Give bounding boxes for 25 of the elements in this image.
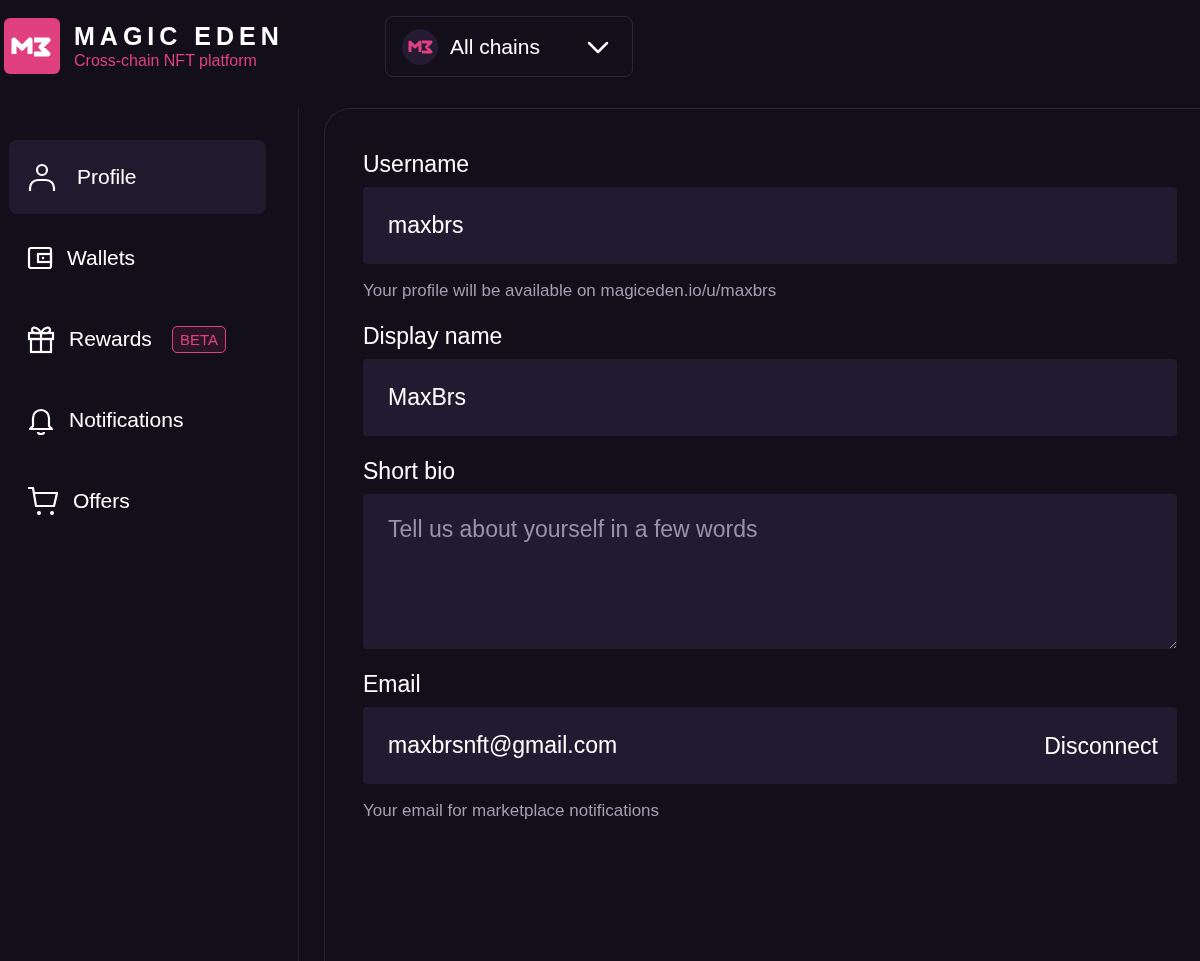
sidebar-item[interactable]: Rewards BETA bbox=[9, 302, 266, 376]
brand-name: MAGIC EDEN bbox=[74, 21, 284, 51]
sidebar-item[interactable]: Wallets bbox=[9, 221, 266, 295]
sidebar-item[interactable]: Offers bbox=[9, 464, 266, 538]
logo-icon bbox=[4, 18, 60, 74]
disconnect-button[interactable]: Disconnect bbox=[1044, 732, 1158, 759]
chain-selector[interactable]: All chains bbox=[385, 16, 633, 77]
bio-field[interactable]: Tell us about yourself in a few words bbox=[363, 494, 1177, 649]
wallet-icon bbox=[27, 245, 53, 271]
field-label: Short bio bbox=[363, 457, 457, 486]
logo-icon bbox=[402, 28, 438, 65]
sidebar-item[interactable]: Profile bbox=[9, 140, 266, 214]
field-label: Email bbox=[363, 670, 422, 699]
sidebar-item[interactable]: Notifications bbox=[9, 383, 266, 457]
person-icon bbox=[27, 162, 57, 192]
helper-text: Your email for marketplace notifications bbox=[363, 801, 661, 821]
input-field[interactable]: maxbrs bbox=[363, 187, 1177, 264]
beta-badge: BETA bbox=[171, 325, 226, 353]
gift-icon bbox=[27, 324, 55, 354]
field-label: Display name bbox=[363, 322, 504, 351]
brand-tagline: Cross-chain NFT platform bbox=[74, 51, 258, 71]
input-field[interactable]: MaxBrs bbox=[363, 359, 1177, 436]
field-label: Username bbox=[363, 150, 471, 179]
helper-text: Your profile will be available on magiceden.io/u/maxbrs bbox=[363, 281, 778, 301]
cart-icon bbox=[27, 485, 59, 517]
